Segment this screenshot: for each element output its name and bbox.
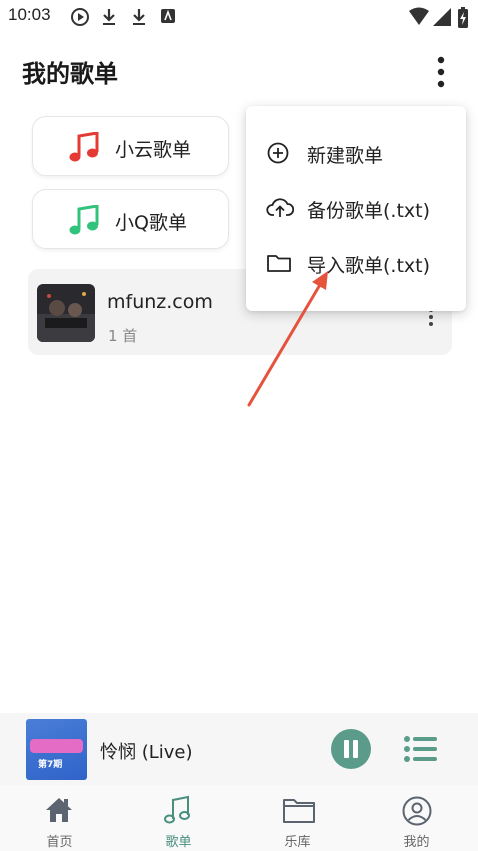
source-button-xiaoq[interactable]: 小Q歌单 xyxy=(32,189,229,249)
nav-label: 我的 xyxy=(403,835,430,850)
nav-label: 乐库 xyxy=(284,835,311,850)
page-title: 我的歌单 xyxy=(22,60,118,88)
folder-icon xyxy=(267,255,291,272)
menu-item-label: 导入歌单(.txt) xyxy=(307,255,431,277)
mini-player[interactable]: 第7期 怜悯 (Live) xyxy=(0,713,478,785)
download-icon xyxy=(103,9,115,25)
playlist-queue-button[interactable] xyxy=(403,735,439,763)
music-note-icon xyxy=(69,132,99,162)
more-vert-icon xyxy=(437,56,445,88)
cloud-upload-icon xyxy=(266,198,294,217)
menu-item-label: 新建歌单 xyxy=(307,145,384,167)
playlist-cover xyxy=(37,284,95,342)
playlist-count: 1 首 xyxy=(108,327,138,345)
nav-item-library[interactable]: 乐库 xyxy=(238,785,357,851)
nav-label: 首页 xyxy=(46,835,73,850)
now-playing-title: 怜悯 (Live) xyxy=(100,742,193,763)
nav-item-playlists[interactable]: 歌单 xyxy=(119,785,238,851)
add-circle-icon xyxy=(267,142,289,164)
playlist-name: mfunz.com xyxy=(107,291,213,313)
folder-icon xyxy=(283,799,315,823)
wifi-icon xyxy=(409,7,429,25)
bottom-nav: 首页 歌单 乐库 我的 xyxy=(0,785,478,851)
nav-label: 歌单 xyxy=(165,835,192,850)
nav-item-profile[interactable]: 我的 xyxy=(357,785,476,851)
menu-item-new-playlist[interactable]: 新建歌单 xyxy=(246,127,466,181)
more-menu-button[interactable] xyxy=(426,54,456,90)
play-circle-icon xyxy=(71,8,89,26)
status-time: 10:03 xyxy=(8,5,51,24)
overflow-menu: 新建歌单 备份歌单(.txt) 导入歌单(.txt) xyxy=(246,106,466,311)
nav-item-home[interactable]: 首页 xyxy=(0,785,119,851)
signal-icon xyxy=(433,8,451,26)
source-button-xiaoyun[interactable]: 小云歌单 xyxy=(32,116,229,176)
battery-icon xyxy=(458,7,468,28)
queue-list-icon xyxy=(404,736,437,762)
app-notification-icon xyxy=(161,9,175,23)
source-label: 小Q歌单 xyxy=(115,212,187,234)
cover-episode-text: 第7期 xyxy=(38,760,63,770)
download-icon xyxy=(133,9,145,25)
music-note-icon xyxy=(69,205,99,235)
music-note-icon xyxy=(164,795,190,824)
status-bar: 10:03 xyxy=(0,0,478,34)
menu-item-backup[interactable]: 备份歌单(.txt) xyxy=(246,182,466,236)
menu-item-label: 备份歌单(.txt) xyxy=(307,200,431,222)
source-label: 小云歌单 xyxy=(115,139,192,161)
menu-item-import[interactable]: 导入歌单(.txt) xyxy=(246,237,466,291)
now-playing-cover: 第7期 xyxy=(26,719,87,780)
profile-icon xyxy=(402,796,432,826)
pause-button[interactable] xyxy=(331,729,371,769)
pause-icon xyxy=(344,740,349,758)
home-icon xyxy=(46,798,72,822)
